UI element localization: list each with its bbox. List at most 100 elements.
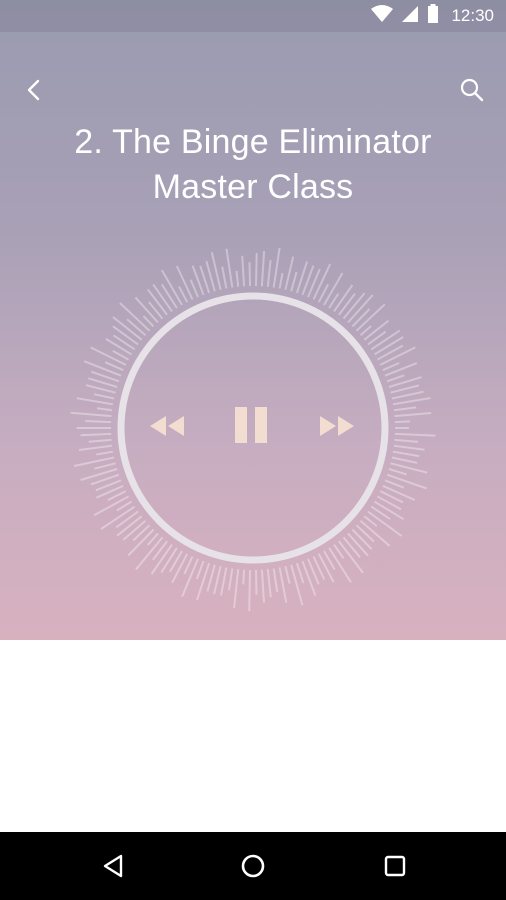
visualizer-ray	[126, 318, 147, 336]
visualizer-ray	[394, 420, 411, 424]
visualizer-ray	[195, 560, 205, 580]
visualizer-ray	[85, 384, 116, 394]
visualizer-ray	[393, 406, 417, 412]
search-icon	[460, 78, 484, 102]
visualizer-ray	[248, 569, 251, 612]
visualizer-ray	[392, 397, 431, 406]
visualizer-ray	[83, 360, 122, 377]
back-triangle-icon	[103, 854, 123, 878]
wifi-icon	[371, 4, 394, 28]
visualizer-ray	[94, 462, 116, 470]
visualizer-ray	[384, 362, 418, 377]
visualizer-ray	[171, 553, 189, 584]
visualizer-ray	[112, 334, 136, 351]
search-button[interactable]	[452, 70, 492, 110]
visualizer-ray	[386, 374, 405, 383]
visualizer-ray	[351, 308, 371, 328]
visualizer-ray	[278, 567, 288, 603]
visualizer-ray	[351, 528, 373, 550]
visualizer-ray	[373, 500, 405, 521]
visualizer-ray	[85, 420, 112, 424]
visualizer-ray	[388, 468, 407, 476]
visualizer-ray	[363, 319, 390, 341]
visualizer-ray	[290, 564, 304, 606]
visualizer-ray	[260, 569, 265, 603]
visualizer-ray	[359, 325, 372, 336]
visualizer-ray	[132, 524, 151, 542]
visualizer-ray	[266, 569, 272, 598]
visualizer-ray	[394, 432, 436, 437]
visualizer-ray	[394, 412, 432, 418]
visualizer-ray	[338, 292, 356, 316]
visualizer-ray	[221, 266, 228, 289]
visualizer-ray	[255, 569, 258, 595]
visualizer-ray	[391, 390, 424, 400]
nav-recents-button[interactable]	[375, 846, 415, 886]
pause-icon	[235, 407, 267, 443]
visualizer-ray	[242, 569, 246, 585]
chevron-left-icon	[27, 79, 40, 101]
visualizer-ray	[225, 248, 234, 288]
visualizer-ray	[373, 336, 404, 356]
visualizer-ray	[93, 393, 115, 400]
track-title-line-2: Master Class	[152, 168, 354, 206]
visualizer-ray	[384, 479, 405, 489]
visualizer-ray	[122, 520, 147, 541]
visualizer-ray	[260, 251, 266, 287]
visualizer-ray	[235, 270, 240, 287]
visualizer-ray	[228, 568, 234, 591]
visualizer-ray	[376, 344, 404, 361]
visualizer-ray	[189, 279, 199, 298]
visualizer-ray	[183, 556, 194, 575]
visualizer-ray	[241, 255, 246, 287]
visualizer-ray	[213, 565, 222, 595]
visualizer-ray	[394, 438, 419, 443]
rewind-button[interactable]	[148, 414, 188, 446]
rewind-icon	[150, 416, 184, 436]
audio-player	[60, 234, 446, 620]
visualizer-ray	[312, 263, 332, 300]
visualizer-ray	[96, 407, 113, 412]
visualizer-ray	[386, 473, 427, 490]
pause-button[interactable]	[232, 406, 274, 450]
visualizer-ray	[115, 510, 139, 529]
visualizer-ray	[342, 536, 361, 558]
visualizer-ray	[391, 456, 418, 464]
visualizer-ray	[255, 253, 258, 287]
visualizer-ray	[181, 558, 199, 598]
visualizer-ray	[88, 438, 112, 443]
visualizer-ray	[272, 247, 281, 288]
visualizer-ray	[266, 260, 272, 287]
visualizer-ray	[105, 338, 133, 356]
visualizer-ray	[206, 564, 216, 592]
visualizer-ray	[175, 265, 194, 300]
visualizer-ray	[78, 444, 113, 451]
visualizer-ray	[284, 565, 291, 584]
visualizer-ray	[142, 315, 155, 328]
visualizer-ray	[160, 547, 178, 574]
track-title: 2. The Binge Eliminator Master Class	[0, 120, 506, 210]
nav-back-button[interactable]	[93, 846, 133, 886]
visualizer-ray	[248, 262, 251, 287]
home-circle-icon	[241, 854, 265, 878]
visualizer-ray	[393, 444, 425, 451]
status-clock: 12:30	[451, 6, 494, 25]
visualizer-ray	[220, 567, 228, 596]
visualizer-ray	[333, 284, 354, 312]
fast-forward-icon	[320, 416, 354, 436]
nav-home-button[interactable]	[233, 846, 273, 886]
visualizer-ray	[301, 560, 317, 597]
visualizer-ray	[152, 540, 168, 561]
visualizer-ray	[272, 568, 279, 593]
visualizer-ray	[76, 397, 114, 406]
back-button[interactable]	[14, 70, 54, 110]
fast-forward-button[interactable]	[318, 414, 358, 446]
visualizer-ray	[80, 432, 112, 437]
visualizer-ray	[96, 450, 114, 456]
visualizer-ray	[196, 562, 211, 601]
visualizer-ray	[70, 411, 112, 418]
battery-icon	[427, 3, 439, 29]
visualizer-ray	[278, 272, 284, 289]
visualizer-ray	[160, 283, 178, 309]
visualizer-ray	[347, 532, 369, 557]
